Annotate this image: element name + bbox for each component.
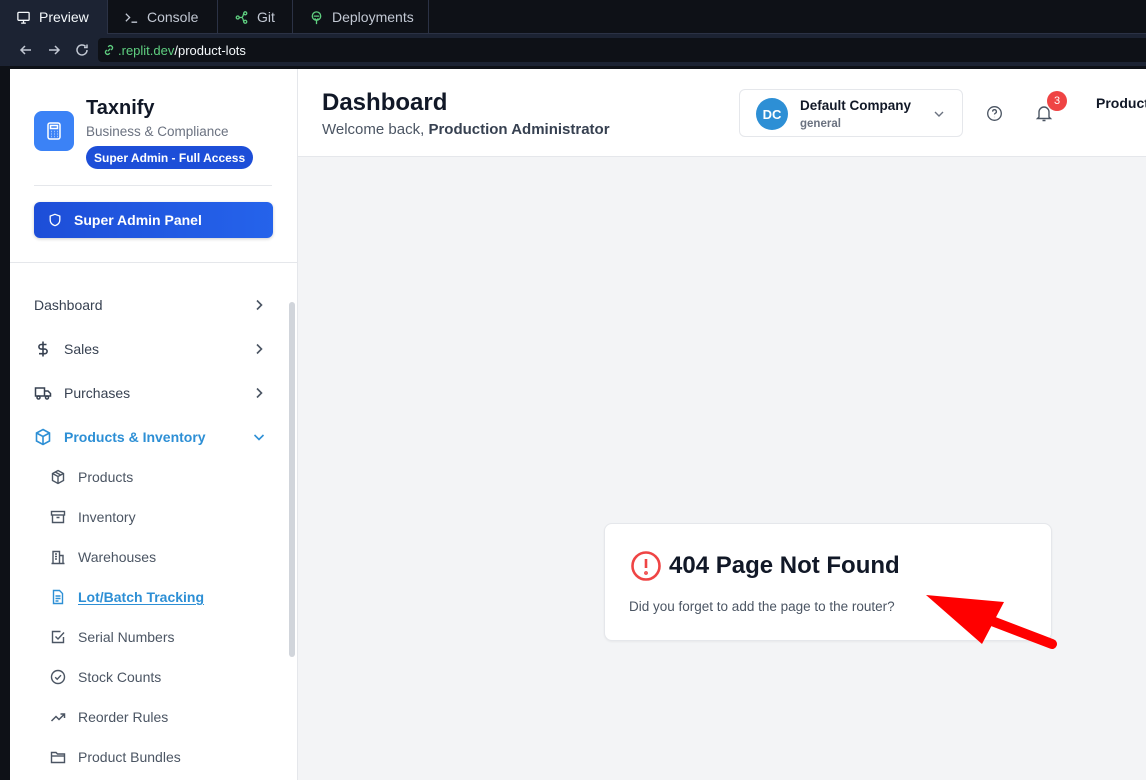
calculator-icon bbox=[47, 122, 61, 140]
sidebar-item-label: Sales bbox=[64, 341, 100, 357]
forward-button[interactable] bbox=[40, 34, 68, 66]
git-branch-icon bbox=[235, 10, 248, 24]
divider bbox=[10, 262, 297, 263]
trending-up-icon bbox=[50, 713, 66, 722]
annotation-arrow-icon bbox=[926, 595, 1057, 649]
folder-icon bbox=[50, 751, 66, 764]
welcome-prefix: Welcome back, bbox=[322, 121, 425, 138]
archive-icon bbox=[50, 510, 66, 524]
sidebar-item-products-inventory[interactable]: Products & Inventory bbox=[34, 419, 266, 455]
scrollbar-thumb[interactable] bbox=[289, 302, 295, 657]
sidebar-subitem-inventory[interactable]: Inventory bbox=[50, 499, 270, 535]
url-host: .replit.dev bbox=[118, 42, 175, 58]
super-admin-panel-button[interactable]: Super Admin Panel bbox=[34, 202, 273, 238]
company-name: Default Company bbox=[800, 98, 912, 113]
brand-subtitle: Business & Compliance bbox=[86, 124, 229, 139]
sidebar-item-sales[interactable]: Sales bbox=[34, 331, 266, 367]
app-preview: Taxnify Business & Compliance Super Admi… bbox=[10, 69, 1146, 780]
shield-icon bbox=[49, 213, 61, 227]
tab-deployments[interactable]: Deployments bbox=[293, 0, 429, 34]
monitor-icon bbox=[17, 11, 30, 24]
super-admin-panel-label: Super Admin Panel bbox=[74, 212, 202, 228]
sidebar-subitem-lot-batch-tracking[interactable]: Lot/Batch Tracking bbox=[50, 579, 270, 615]
arrow-right-icon bbox=[49, 45, 61, 55]
arrow-left-icon bbox=[19, 45, 31, 55]
truck-icon bbox=[34, 387, 52, 400]
package-icon bbox=[35, 428, 51, 446]
sidebar-subitem-label: Product Bundles bbox=[78, 749, 181, 765]
sidebar-subitem-label: Products bbox=[78, 469, 134, 485]
page-header: Dashboard Welcome back, Production Admin… bbox=[298, 69, 1146, 157]
sidebar-subitem-serial-numbers[interactable]: Serial Numbers bbox=[50, 619, 270, 655]
screen: Preview Console Git Deployments .replit.… bbox=[0, 0, 1146, 780]
tab-console[interactable]: Console bbox=[108, 0, 218, 34]
workspace-tab-bar: Preview Console Git Deployments bbox=[0, 0, 1146, 34]
sidebar-item-label: Products & Inventory bbox=[64, 429, 206, 445]
not-found-title: 404 Page Not Found bbox=[669, 552, 900, 579]
sidebar-subitem-label: Serial Numbers bbox=[78, 629, 175, 645]
back-button[interactable] bbox=[12, 34, 40, 66]
company-selector[interactable]: DC Default Company general bbox=[739, 89, 963, 137]
company-role: general bbox=[800, 118, 841, 130]
welcome-user: Production Administrator bbox=[428, 121, 610, 138]
user-menu-label[interactable]: Product bbox=[1096, 95, 1146, 111]
reload-button[interactable] bbox=[68, 34, 96, 66]
sidebar-item-label: Dashboard bbox=[34, 297, 103, 313]
chevron-down-icon bbox=[934, 111, 944, 117]
tab-git[interactable]: Git bbox=[218, 0, 293, 34]
tab-console-label: Console bbox=[147, 9, 199, 25]
not-found-message: Did you forget to add the page to the ro… bbox=[629, 599, 895, 614]
browser-url-bar: .replit.dev/product-lots bbox=[0, 34, 1146, 66]
divider bbox=[34, 185, 272, 186]
sidebar-item-purchases[interactable]: Purchases bbox=[34, 375, 266, 411]
deployments-icon bbox=[311, 10, 322, 24]
sidebar-item-label: Purchases bbox=[64, 385, 131, 401]
checkbox-icon bbox=[51, 630, 65, 644]
check-circle-icon bbox=[50, 669, 66, 685]
tab-preview-label: Preview bbox=[39, 9, 89, 25]
sidebar-subitem-label: Inventory bbox=[78, 509, 136, 525]
sidebar-scrollbar[interactable] bbox=[288, 287, 296, 780]
left-gutter bbox=[0, 66, 10, 780]
chevron-right-icon bbox=[256, 299, 263, 311]
sidebar: Taxnify Business & Compliance Super Admi… bbox=[10, 69, 298, 780]
brand-name: Taxnify bbox=[86, 97, 155, 119]
notification-count-badge: 3 bbox=[1047, 91, 1067, 111]
sidebar-subitem-label: Warehouses bbox=[78, 549, 157, 565]
brand-logo bbox=[34, 111, 74, 151]
tab-deployments-label: Deployments bbox=[332, 9, 414, 25]
url-path: /product-lots bbox=[174, 42, 246, 58]
tab-git-label: Git bbox=[257, 9, 275, 25]
sidebar-subitem-label: Reorder Rules bbox=[78, 709, 169, 725]
sidebar-subitem-product-bundles[interactable]: Product Bundles bbox=[50, 739, 270, 775]
reload-icon bbox=[76, 44, 88, 56]
sidebar-subitem-reorder-rules[interactable]: Reorder Rules bbox=[50, 699, 270, 735]
sidebar-subitem-products[interactable]: Products bbox=[50, 459, 270, 495]
tab-preview[interactable]: Preview bbox=[0, 0, 108, 34]
document-icon bbox=[52, 589, 64, 605]
company-avatar: DC bbox=[756, 98, 788, 130]
chevron-down-icon bbox=[253, 434, 265, 441]
terminal-icon bbox=[125, 12, 138, 23]
sidebar-subitem-warehouses[interactable]: Warehouses bbox=[50, 539, 270, 575]
page-title: Dashboard bbox=[322, 89, 448, 116]
help-icon[interactable] bbox=[986, 105, 1003, 122]
sidebar-item-dashboard[interactable]: Dashboard bbox=[34, 287, 266, 323]
access-badge: Super Admin - Full Access bbox=[86, 146, 254, 169]
sidebar-subitem-label: Lot/Batch Tracking bbox=[78, 589, 205, 605]
url-field[interactable]: .replit.dev/product-lots bbox=[98, 38, 1146, 62]
box-icon bbox=[51, 469, 65, 485]
dollar-icon bbox=[38, 341, 48, 357]
sidebar-subitem-stock-counts[interactable]: Stock Counts bbox=[50, 659, 270, 695]
link-icon bbox=[104, 45, 114, 55]
chevron-right-icon bbox=[256, 343, 263, 355]
sidebar-subitem-label: Stock Counts bbox=[78, 669, 162, 685]
chevron-right-icon bbox=[256, 387, 263, 399]
welcome-text: Welcome back, Production Administrator bbox=[322, 121, 610, 138]
alert-circle-icon bbox=[631, 551, 661, 581]
building-icon bbox=[51, 550, 65, 565]
